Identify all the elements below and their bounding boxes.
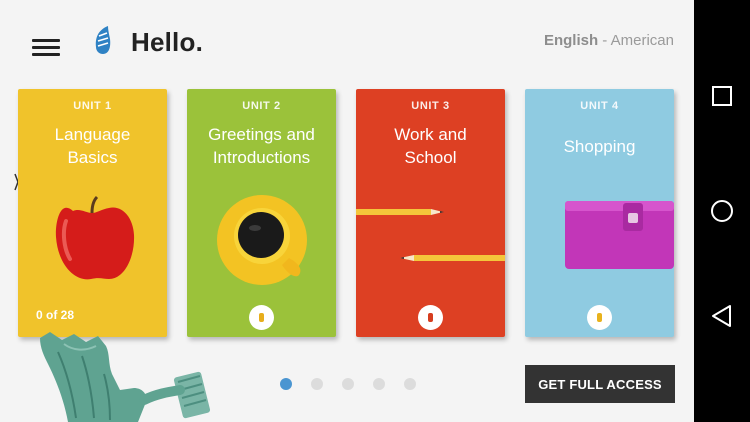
unit-name: Greetings and Introductions — [187, 123, 336, 169]
pagination-dot[interactable] — [342, 378, 354, 390]
unit-card-1[interactable]: UNIT 1 Language Basics 0 of 28 — [18, 89, 167, 337]
pagination-dots — [280, 378, 416, 390]
language-variant: American — [610, 32, 674, 49]
pagination-dot[interactable] — [373, 378, 385, 390]
feather-logo-icon — [95, 26, 111, 54]
unit-number: UNIT 1 — [73, 100, 112, 112]
get-full-access-button[interactable]: GET FULL ACCESS — [525, 365, 675, 403]
lock-icon — [418, 305, 443, 330]
unit-number: UNIT 3 — [411, 100, 450, 112]
language-selector[interactable]: English - American — [544, 32, 674, 49]
unit-progress: 0 of 28 — [36, 308, 75, 322]
unit-name-line: Shopping — [563, 137, 636, 156]
unit-name-line: Greetings and — [208, 125, 315, 144]
statue-of-liberty-illustration — [40, 332, 211, 422]
unit-card-2[interactable]: UNIT 2 Greetings and Introductions — [187, 89, 336, 337]
circle-icon — [711, 200, 733, 222]
pagination-dot[interactable] — [404, 378, 416, 390]
triangle-back-icon — [712, 305, 731, 327]
home-button[interactable] — [694, 191, 750, 231]
unit-name-line: Basics — [67, 148, 118, 167]
unit-card-3[interactable]: UNIT 3 Work and School — [356, 89, 505, 337]
language-separator: - — [598, 32, 611, 49]
recents-button[interactable] — [694, 76, 750, 116]
lock-icon — [587, 305, 612, 330]
square-icon — [712, 86, 732, 106]
app-screen: Hello. English - American UNIT 1 Languag… — [0, 0, 694, 422]
unit-name-line: Language — [54, 125, 131, 144]
page-title: Hello. — [131, 27, 203, 57]
back-button[interactable] — [694, 296, 750, 336]
unit-card-4[interactable]: UNIT 4 Shopping — [525, 89, 674, 337]
unit-number: UNIT 2 — [242, 100, 281, 112]
pagination-dot[interactable] — [311, 378, 323, 390]
language-label: English — [543, 32, 599, 49]
unit-name-line: School — [404, 148, 457, 167]
unit-name: Language Basics — [18, 123, 167, 169]
lock-icon — [249, 305, 274, 330]
unit-name-line: Work and — [394, 125, 467, 144]
unit-name: Work and School — [356, 123, 505, 169]
unit-name: Shopping — [525, 123, 674, 158]
pagination-dot[interactable] — [280, 378, 292, 390]
unit-number: UNIT 4 — [580, 100, 619, 112]
hamburger-menu-icon[interactable] — [32, 37, 62, 59]
android-navigation-bar — [694, 0, 750, 422]
unit-name-line: Introductions — [212, 148, 311, 167]
